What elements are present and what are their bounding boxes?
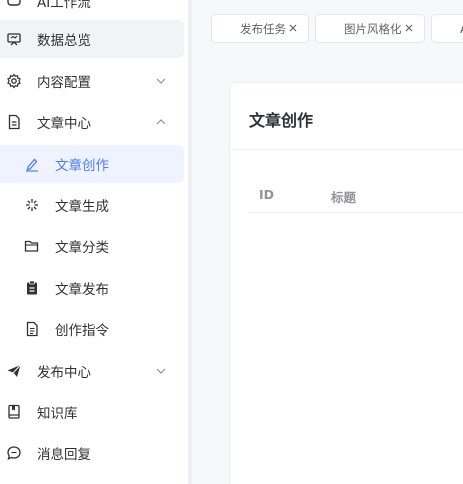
sidebar-item-publish-center[interactable]: 发布中心 xyxy=(0,352,186,390)
sidebar-item-article-create[interactable]: 文章创作 xyxy=(0,145,184,183)
sidebar-item-creation-instructions[interactable]: 创作指令 xyxy=(0,310,186,348)
sidebar-item-label: 创作指令 xyxy=(55,323,109,339)
tab-label: 图片风格化 xyxy=(344,21,402,36)
chevron-up-icon xyxy=(156,119,166,125)
close-icon[interactable] xyxy=(404,23,414,33)
sidebar-item-label: 发布中心 xyxy=(37,365,91,381)
sidebar-item-label: 数据总览 xyxy=(37,33,91,49)
sidebar-item-label: 文章发布 xyxy=(55,282,109,298)
sidebar-divider xyxy=(188,0,192,484)
sidebar-item-data-overview[interactable]: 数据总览 xyxy=(0,20,184,58)
chevron-down-icon xyxy=(156,368,166,374)
article-create-card: 文章创作 ID 标题 xyxy=(229,82,463,484)
sidebar-item-label: 文章生成 xyxy=(55,199,109,215)
close-icon[interactable] xyxy=(288,23,298,33)
workflow-icon xyxy=(7,0,21,6)
book-icon xyxy=(6,404,22,420)
tab-publish-task[interactable]: 发布任务 xyxy=(211,14,309,43)
sidebar-item-label: 内容配置 xyxy=(37,75,91,91)
page-title: 文章创作 xyxy=(249,111,314,130)
tab-label: 发布任务 xyxy=(240,21,286,36)
tab-image-style[interactable]: 图片风格化 xyxy=(315,14,425,43)
send-icon xyxy=(6,363,22,379)
sidebar-item-label: 知识库 xyxy=(37,406,78,422)
dashboard-icon xyxy=(6,31,22,47)
document-icon xyxy=(6,114,22,130)
sidebar-item-message-reply[interactable]: 消息回复 xyxy=(0,434,186,472)
chevron-down-icon xyxy=(156,78,166,84)
clipboard-icon xyxy=(24,280,40,296)
column-header-id[interactable]: ID xyxy=(259,187,274,202)
column-header-title[interactable]: 标题 xyxy=(331,187,356,206)
chat-icon xyxy=(6,445,22,461)
sidebar-item-article-center[interactable]: 文章中心 xyxy=(0,103,186,141)
divider xyxy=(230,149,463,150)
folder-icon xyxy=(24,238,40,254)
pen-icon xyxy=(24,156,40,172)
table-header-divider xyxy=(249,212,463,213)
tab-a[interactable]: A xyxy=(431,14,463,43)
sidebar-item-label: 文章分类 xyxy=(55,240,109,256)
file-text-icon xyxy=(24,321,40,337)
sidebar-item-label: 消息回复 xyxy=(37,447,91,463)
sidebar-item-article-generate[interactable]: 文章生成 xyxy=(0,186,186,224)
sidebar-item-ai-workflow[interactable]: AI工作流 xyxy=(37,0,91,11)
sidebar-item-label: 文章中心 xyxy=(37,116,91,132)
sidebar-item-content-config[interactable]: 内容配置 xyxy=(0,62,186,100)
sidebar-item-label: 文章创作 xyxy=(55,158,109,174)
sidebar: AI工作流 数据总览 内容配置 文章中心 文章创作 文章生成 文章分类 文章发布… xyxy=(0,0,188,484)
sparkle-icon xyxy=(24,197,40,213)
sidebar-item-article-publish[interactable]: 文章发布 xyxy=(0,269,186,307)
sidebar-item-knowledge-base[interactable]: 知识库 xyxy=(0,393,186,431)
sidebar-item-article-category[interactable]: 文章分类 xyxy=(0,227,186,265)
gear-icon xyxy=(6,73,22,89)
